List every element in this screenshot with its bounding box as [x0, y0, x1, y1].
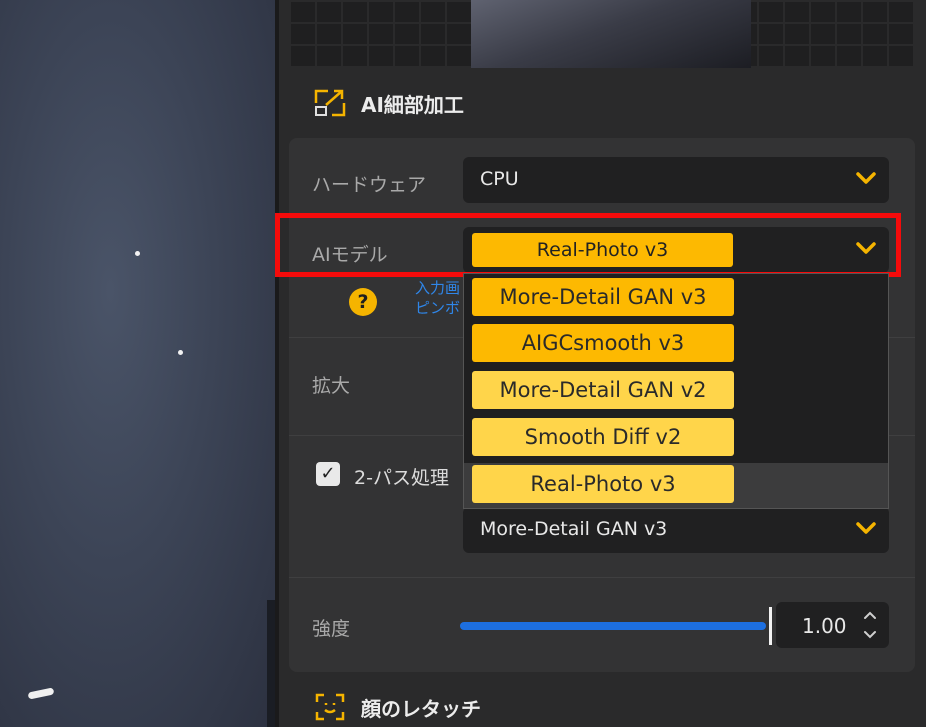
face-scan-icon — [313, 692, 347, 722]
two-pass-model-value: More-Detail GAN v3 — [480, 518, 668, 540]
ai-model-select[interactable]: Real-Photo v3 — [463, 227, 889, 273]
star-dot — [178, 350, 183, 355]
dropdown-option[interactable]: Real-Photo v3 — [472, 465, 734, 503]
ai-model-selected-value: Real-Photo v3 — [472, 233, 733, 267]
two-pass-checkbox[interactable]: ✓ — [316, 462, 340, 486]
ai-model-dropdown-list[interactable]: More-Detail GAN v3 AIGCsmooth v3 More-De… — [463, 273, 889, 509]
divider — [289, 577, 915, 578]
dropdown-option[interactable]: AIGCsmooth v3 — [472, 324, 734, 362]
ai-model-label: AIモデル — [312, 244, 388, 266]
preview-thumbnail-strip — [289, 0, 915, 68]
help-line-2: ピンボ — [415, 299, 461, 317]
canvas-edge — [267, 600, 275, 727]
strength-number-input[interactable]: 1.00 — [776, 602, 889, 648]
dropdown-option[interactable]: More-Detail GAN v3 — [472, 278, 734, 316]
help-link[interactable]: 入力画 ピンボ — [415, 278, 460, 318]
strength-value: 1.00 — [802, 614, 847, 638]
strength-slider-track[interactable] — [460, 622, 766, 630]
light-streak — [27, 687, 55, 700]
hardware-value: CPU — [480, 168, 519, 190]
star-dot — [135, 251, 140, 256]
hardware-select[interactable]: CPU — [463, 157, 889, 203]
preview-thumbnail[interactable] — [471, 0, 751, 68]
section-title-text: AI細部加工 — [361, 92, 464, 117]
dropdown-option[interactable]: Smooth Diff v2 — [472, 418, 734, 456]
section-title-ai-detail: AI細部加工 — [313, 88, 464, 118]
enlarge-icon — [313, 88, 347, 118]
help-icon[interactable]: ? — [349, 288, 377, 316]
help-line-1: 入力画 — [415, 279, 461, 297]
two-pass-label: 2-パス処理 — [354, 467, 449, 489]
spin-arrows-icon[interactable] — [861, 608, 879, 642]
strength-label: 強度 — [312, 618, 351, 640]
scale-label: 拡大 — [312, 375, 351, 397]
dropdown-option[interactable]: More-Detail GAN v2 — [472, 371, 734, 409]
two-pass-model-select[interactable]: More-Detail GAN v3 — [463, 507, 889, 553]
section-title-text: 顔のレタッチ — [361, 696, 481, 721]
chevron-down-icon — [856, 242, 876, 254]
chevron-down-icon — [856, 172, 876, 184]
section-title-face-retouch: 顔のレタッチ — [313, 692, 481, 722]
chevron-down-icon — [856, 522, 876, 534]
hardware-label: ハードウェア — [312, 174, 427, 196]
image-canvas[interactable] — [0, 0, 275, 727]
strength-slider-handle[interactable] — [769, 607, 772, 645]
